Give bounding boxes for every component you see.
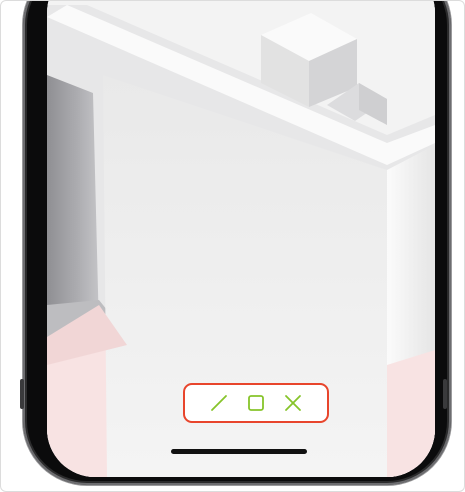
- rectangle-tool-button[interactable]: [243, 390, 269, 416]
- device-screen: [47, 1, 435, 477]
- floor-right: [387, 350, 435, 477]
- square-icon: [248, 395, 264, 411]
- left-pillar: [47, 75, 99, 335]
- phone-bezel: [27, 1, 447, 481]
- line-tool-button[interactable]: [206, 390, 232, 416]
- close-icon: [285, 395, 301, 411]
- screenshot-frame: [0, 0, 465, 492]
- close-tool-button[interactable]: [280, 390, 306, 416]
- phone-device: [23, 1, 451, 485]
- drawing-toolbar: [183, 383, 329, 423]
- home-indicator[interactable]: [171, 449, 307, 454]
- side-button-left: [20, 379, 24, 409]
- line-icon: [211, 395, 227, 411]
- side-button-right: [443, 379, 447, 409]
